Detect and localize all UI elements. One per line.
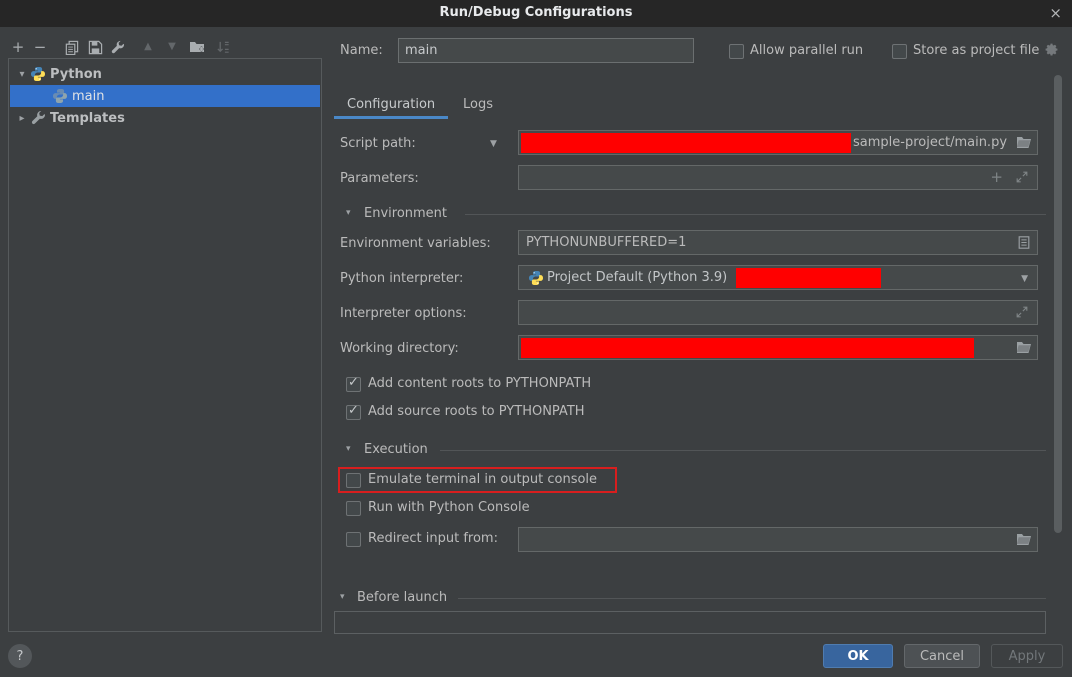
folder-browse-icon[interactable] <box>1016 135 1032 153</box>
interpreter-dropdown-icon[interactable]: ▼ <box>1021 274 1028 284</box>
apply-button[interactable]: Apply <box>991 644 1063 668</box>
close-icon[interactable]: × <box>1049 4 1062 22</box>
move-up-icon[interactable]: ▲ <box>139 38 157 56</box>
titlebar: Run/Debug Configurations × <box>0 0 1072 27</box>
new-folder-icon[interactable] <box>188 38 206 56</box>
execution-section-label[interactable]: Execution <box>364 442 428 457</box>
tree-item-main-selected[interactable]: main <box>10 85 320 107</box>
add-source-roots-label: Add source roots to PYTHONPATH <box>368 404 585 419</box>
add-macro-icon[interactable]: + <box>990 168 1003 186</box>
tree-item-label: Templates <box>50 111 125 126</box>
gear-icon[interactable] <box>1044 43 1059 62</box>
redirect-input-field[interactable] <box>518 527 1038 552</box>
python-interpreter-value: Project Default (Python 3.9) <box>547 270 727 285</box>
add-configuration-icon[interactable]: + <box>9 38 27 56</box>
python-interpreter-combobox[interactable]: Project Default (Python 3.9) ▼ <box>518 265 1038 290</box>
python-icon <box>30 66 46 82</box>
tab-configuration[interactable]: Configuration <box>347 97 435 112</box>
section-divider <box>465 214 1046 215</box>
redirect-input-label: Redirect input from: <box>368 531 498 546</box>
move-down-icon[interactable]: ▼ <box>163 38 181 56</box>
run-with-python-console-label: Run with Python Console <box>368 500 530 515</box>
interpreter-options-field[interactable] <box>518 300 1038 325</box>
tree-item-label: main <box>72 89 104 104</box>
cancel-button[interactable]: Cancel <box>904 644 980 668</box>
parameters-field[interactable]: + <box>518 165 1038 190</box>
chevron-down-icon[interactable]: ▾ <box>16 69 28 80</box>
dialog-title: Run/Debug Configurations <box>0 5 1072 20</box>
section-divider <box>458 598 1046 599</box>
script-path-field[interactable]: sample-project/main.py <box>518 130 1038 155</box>
tree-item-templates-group[interactable]: ▸ Templates <box>10 107 320 129</box>
parameters-label: Parameters: <box>340 171 419 186</box>
expand-field-icon[interactable] <box>1015 305 1029 323</box>
remove-configuration-icon[interactable]: − <box>31 38 49 56</box>
folder-browse-icon[interactable] <box>1016 532 1032 550</box>
execution-collapse-icon[interactable]: ▾ <box>346 444 351 454</box>
environment-collapse-icon[interactable]: ▾ <box>346 208 351 218</box>
working-directory-label: Working directory: <box>340 341 459 356</box>
run-debug-configurations-dialog: Run/Debug Configurations × + − ▲ ▼ ▾ Pyt… <box>0 0 1072 677</box>
add-content-roots-label: Add content roots to PYTHONPATH <box>368 376 591 391</box>
before-launch-task-list[interactable] <box>334 611 1046 634</box>
help-button[interactable]: ? <box>8 644 32 668</box>
redaction-overlay <box>521 338 974 358</box>
script-path-label: Script path: <box>340 136 416 151</box>
add-source-roots-checkbox[interactable]: ✓ <box>346 405 361 420</box>
python-icon <box>528 270 544 286</box>
expand-field-icon[interactable] <box>1015 170 1029 188</box>
run-with-python-console-checkbox[interactable] <box>346 501 361 516</box>
configurations-tree-panel: ▾ Python main ▸ Templates <box>8 58 322 632</box>
python-interpreter-label: Python interpreter: <box>340 271 463 286</box>
environment-variables-field[interactable]: PYTHONUNBUFFERED=1 <box>518 230 1038 255</box>
redirect-input-checkbox[interactable] <box>346 532 361 547</box>
edit-templates-wrench-icon[interactable] <box>108 38 126 56</box>
emulate-terminal-checkbox[interactable] <box>346 473 361 488</box>
ok-button[interactable]: OK <box>823 644 893 668</box>
copy-configuration-icon[interactable] <box>62 38 80 56</box>
before-launch-section-label[interactable]: Before launch <box>357 590 447 605</box>
edit-variables-icon[interactable] <box>1017 235 1031 254</box>
working-directory-field[interactable] <box>518 335 1038 360</box>
active-tab-underline <box>334 116 448 119</box>
environment-section-label[interactable]: Environment <box>364 206 447 221</box>
chevron-right-icon[interactable]: ▸ <box>16 113 28 124</box>
sort-alphabetically-icon[interactable] <box>214 38 232 56</box>
vertical-scrollbar-thumb[interactable] <box>1054 75 1062 533</box>
allow-parallel-run-checkbox[interactable] <box>729 44 744 59</box>
store-as-project-file-checkbox[interactable] <box>892 44 907 59</box>
store-as-project-file-label: Store as project file <box>913 43 1039 58</box>
add-content-roots-checkbox[interactable]: ✓ <box>346 377 361 392</box>
before-launch-collapse-icon[interactable]: ▾ <box>340 592 345 602</box>
environment-variables-label: Environment variables: <box>340 236 491 251</box>
environment-variables-value: PYTHONUNBUFFERED=1 <box>526 235 686 250</box>
python-icon <box>52 88 68 104</box>
redaction-overlay <box>521 133 851 153</box>
section-divider <box>440 450 1046 451</box>
script-path-dropdown-icon[interactable]: ▼ <box>490 139 497 149</box>
allow-parallel-run-label: Allow parallel run <box>750 43 863 58</box>
save-configuration-icon[interactable] <box>86 38 104 56</box>
script-path-value: sample-project/main.py <box>853 135 1007 150</box>
wrench-icon <box>30 110 46 126</box>
tree-item-label: Python <box>50 67 102 82</box>
tab-logs[interactable]: Logs <box>463 97 493 112</box>
interpreter-options-label: Interpreter options: <box>340 306 467 321</box>
tree-item-python-group[interactable]: ▾ Python <box>10 63 320 85</box>
emulate-terminal-label: Emulate terminal in output console <box>368 472 597 487</box>
name-label: Name: <box>340 43 383 58</box>
redaction-overlay <box>736 268 881 288</box>
name-input[interactable] <box>398 38 694 63</box>
folder-browse-icon[interactable] <box>1016 340 1032 358</box>
